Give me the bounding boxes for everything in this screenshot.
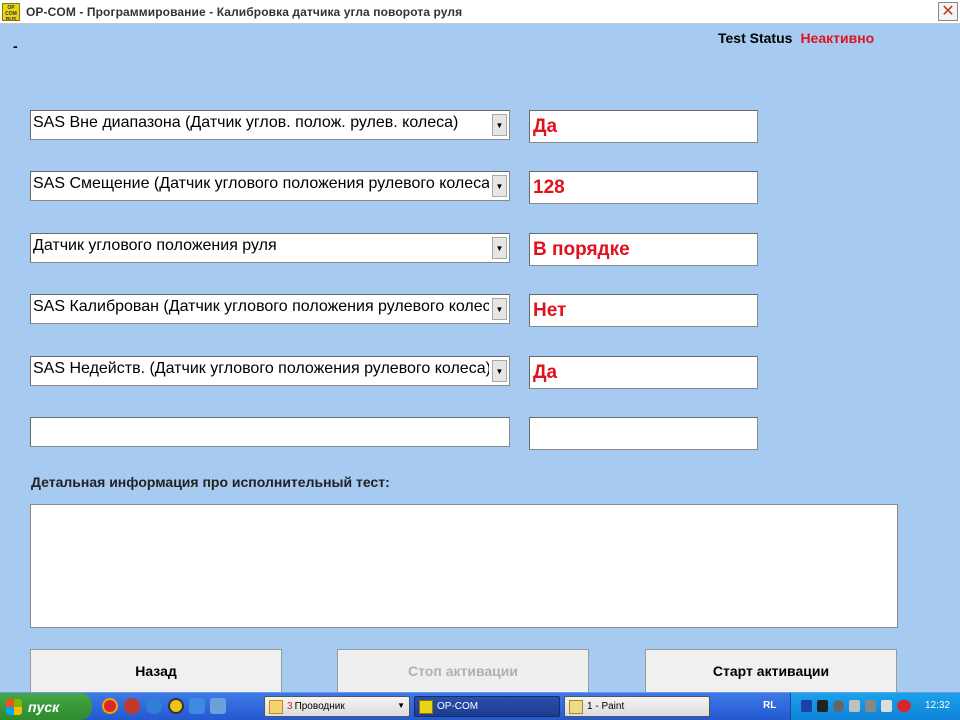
- start-button[interactable]: пуск: [0, 693, 92, 720]
- back-button[interactable]: Назад: [30, 649, 282, 693]
- tray-antivirus-icon[interactable]: [897, 700, 911, 712]
- parameter-value-4: Нет: [529, 294, 758, 327]
- language-indicator[interactable]: RL: [763, 700, 776, 711]
- start-activation-button[interactable]: Старт активации: [645, 649, 897, 693]
- parameter-select-5[interactable]: SAS Недейств. (Датчик углового положения…: [30, 356, 510, 386]
- dropdown-arrow-icon[interactable]: ▼: [492, 237, 507, 259]
- stop-activation-button[interactable]: Стоп активации: [337, 649, 589, 693]
- tray-usb-icon[interactable]: [881, 700, 892, 712]
- test-status: Test Status Неактивно: [718, 30, 874, 46]
- task-explorer-count: 3: [287, 701, 293, 712]
- parameter-select-4-text: SAS Калиброван (Датчик углового положени…: [33, 298, 489, 315]
- browser-icon[interactable]: [189, 698, 205, 714]
- detail-info-label: Детальная информация про исполнительный …: [31, 474, 390, 490]
- start-button-label: пуск: [28, 698, 60, 715]
- tray-gear-icon[interactable]: [833, 700, 844, 712]
- parameter-value-1: Да: [529, 110, 758, 143]
- parameter-value-3: В порядке: [529, 233, 758, 266]
- media-player-icon[interactable]: [168, 698, 184, 714]
- status-marker: -: [13, 38, 18, 54]
- detail-info-textarea[interactable]: [30, 504, 898, 628]
- task-explorer-label: Проводник: [294, 701, 345, 712]
- parameter-value-5-text: Да: [533, 362, 558, 383]
- test-status-value: Неактивно: [800, 30, 875, 46]
- clock: 12:32: [924, 700, 950, 711]
- parameter-select-1[interactable]: SAS Вне диапазона (Датчик углов. полож. …: [30, 110, 510, 140]
- parameter-select-2[interactable]: SAS Смещение (Датчик углового положения …: [30, 171, 510, 201]
- task-opcom[interactable]: OP-COM: [414, 696, 560, 717]
- internet-explorer-icon[interactable]: [146, 698, 162, 714]
- tray-app-icon[interactable]: [801, 700, 812, 712]
- parameter-select-2-text: SAS Смещение (Датчик углового положения …: [33, 175, 489, 192]
- parameter-select-4[interactable]: SAS Калиброван (Датчик углового положени…: [30, 294, 510, 324]
- parameter-select-3-text: Датчик углового положения руля: [33, 237, 277, 254]
- opera-icon[interactable]: [102, 698, 118, 714]
- window-titlebar: OP COM BUS OP-COM - Программирование - К…: [0, 0, 960, 24]
- parameter-value-2: 128: [529, 171, 758, 204]
- task-paint[interactable]: 1 - Paint: [564, 696, 710, 717]
- opcom-logo-icon: OP COM BUS: [2, 2, 20, 21]
- folder-icon: [269, 699, 283, 714]
- windows-logo-icon: [6, 698, 22, 715]
- parameter-value-3-text: В порядке: [533, 239, 630, 260]
- parameter-select-1-text: SAS Вне диапазона (Датчик углов. полож. …: [33, 114, 459, 131]
- window-title: OP-COM - Программирование - Калибровка д…: [26, 4, 463, 19]
- tray-sound-icon[interactable]: [849, 700, 860, 712]
- paint-icon: [569, 699, 583, 714]
- dropdown-arrow-icon[interactable]: ▼: [492, 175, 507, 197]
- close-icon: ✕: [941, 2, 955, 20]
- dropdown-arrow-icon[interactable]: ▼: [492, 114, 507, 136]
- system-tray: 12:32: [790, 693, 960, 720]
- dropdown-arrow-icon[interactable]: ▼: [492, 360, 507, 382]
- test-status-label: Test Status: [718, 30, 793, 46]
- show-desktop-icon[interactable]: [210, 698, 226, 714]
- parameter-select-3[interactable]: Датчик углового положения руля ▼: [30, 233, 510, 263]
- parameter-select-5-text: SAS Недейств. (Датчик углового положения…: [33, 360, 489, 377]
- media-icon[interactable]: [124, 698, 140, 714]
- taskbar: пуск 3 Проводник ▼ OP-COM 1 - Paint RL 1…: [0, 692, 960, 720]
- parameter-value-4-text: Нет: [533, 300, 567, 321]
- task-opcom-label: OP-COM: [437, 701, 479, 712]
- parameter-value-6: [529, 417, 758, 450]
- task-explorer[interactable]: 3 Проводник ▼: [264, 696, 410, 717]
- parameter-field-6[interactable]: [30, 417, 510, 447]
- parameter-value-2-text: 128: [533, 177, 565, 198]
- chevron-down-icon: ▼: [397, 701, 405, 710]
- dropdown-arrow-icon[interactable]: ▼: [492, 298, 507, 320]
- tray-network-icon[interactable]: [865, 700, 876, 712]
- task-paint-label: 1 - Paint: [587, 701, 625, 712]
- close-button[interactable]: ✕: [938, 2, 958, 21]
- parameter-value-5: Да: [529, 356, 758, 389]
- tray-monitor-icon[interactable]: [817, 700, 828, 712]
- parameter-value-1-text: Да: [533, 116, 558, 137]
- opcom-icon: [419, 699, 433, 714]
